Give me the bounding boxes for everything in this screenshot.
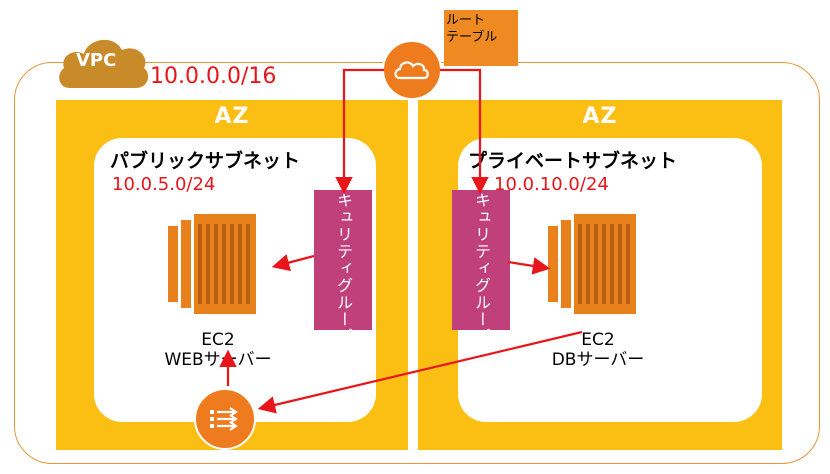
route-to-public-arrow	[335, 68, 384, 195]
gateway-node[interactable]	[194, 388, 256, 450]
connection-arrows	[219, 68, 583, 414]
route-to-private-arrow	[440, 68, 489, 195]
gateway-icon	[210, 407, 238, 431]
db-to-gateway-arrow	[257, 330, 583, 414]
sg-to-db-arrow	[507, 257, 551, 275]
sg-to-web-arrow	[271, 254, 315, 272]
